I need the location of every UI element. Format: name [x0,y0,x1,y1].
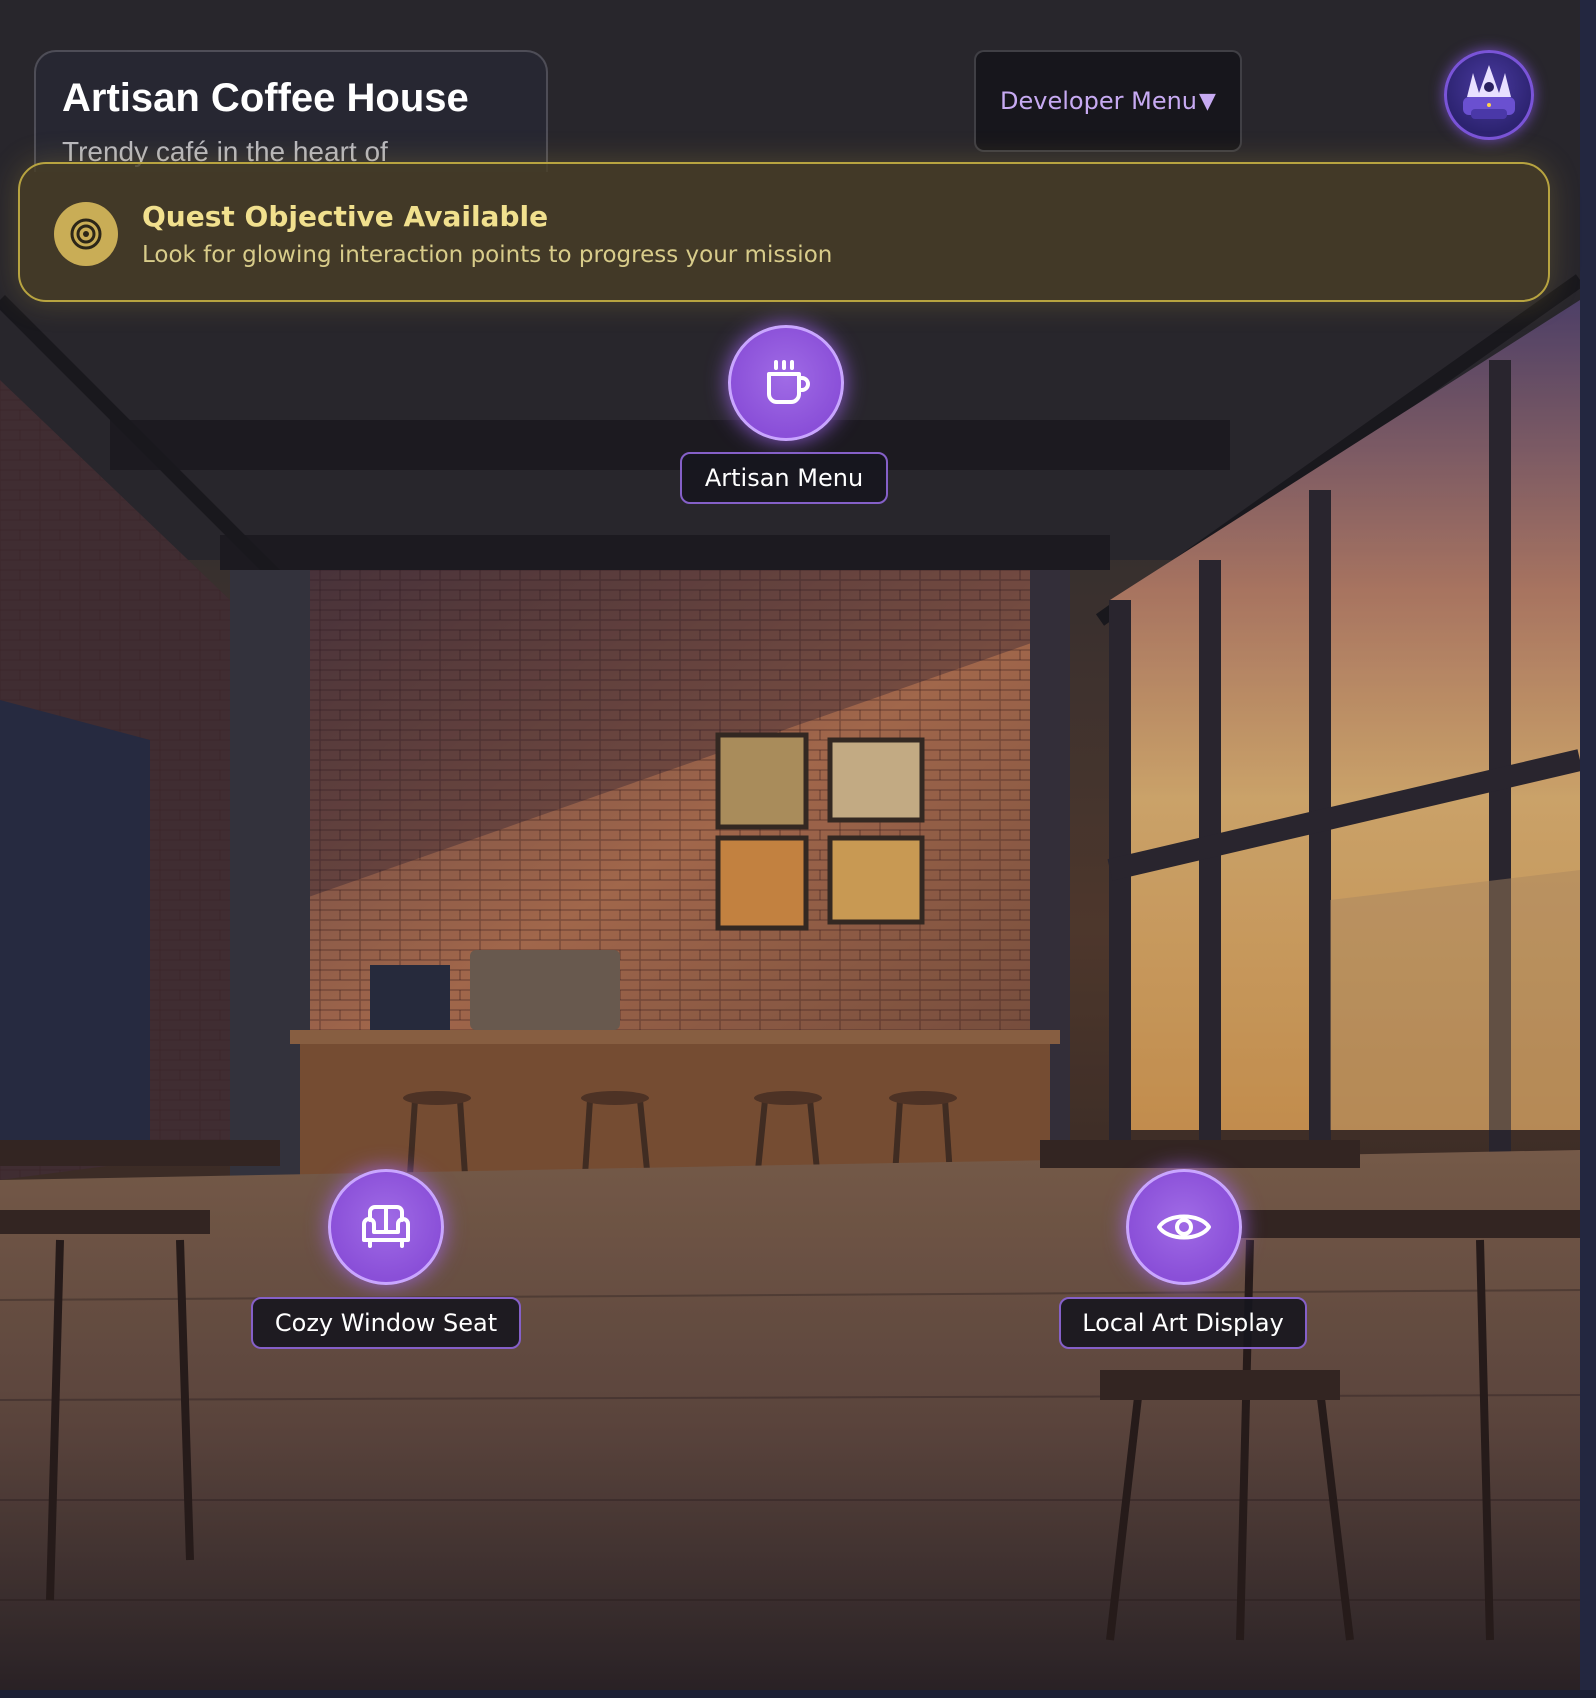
developer-menu-button[interactable]: Developer Menu ▼ [974,50,1242,152]
crown-eye-emblem-icon [1463,65,1515,119]
bottom-edge-strip [0,1690,1596,1698]
quest-banner: Quest Objective Available Look for glowi… [18,162,1550,302]
quest-description: Look for glowing interaction points to p… [142,242,833,268]
eye-icon [1157,1214,1211,1240]
hotspot-label-cozy-window-seat[interactable]: Cozy Window Seat [251,1297,521,1349]
developer-menu-label: Developer Menu [1000,87,1198,115]
coffee-cup-icon [767,360,810,404]
target-icon [54,202,118,266]
quest-title: Quest Objective Available [142,200,549,233]
hotspot-label-artisan-menu[interactable]: Artisan Menu [680,452,888,504]
player-avatar[interactable] [1444,50,1534,140]
hotspot-cozy-window-seat[interactable] [328,1169,444,1285]
location-title: Artisan Coffee House [62,76,469,120]
location-card: Artisan Coffee House Trendy café in the … [34,50,548,172]
hotspot-artisan-menu[interactable] [728,325,844,441]
hotspot-label-local-art-display[interactable]: Local Art Display [1059,1297,1307,1349]
sofa-icon [362,1205,410,1248]
right-edge-strip [1580,0,1596,1698]
hotspot-local-art-display[interactable] [1126,1169,1242,1285]
caret-down-icon: ▼ [1199,88,1216,114]
